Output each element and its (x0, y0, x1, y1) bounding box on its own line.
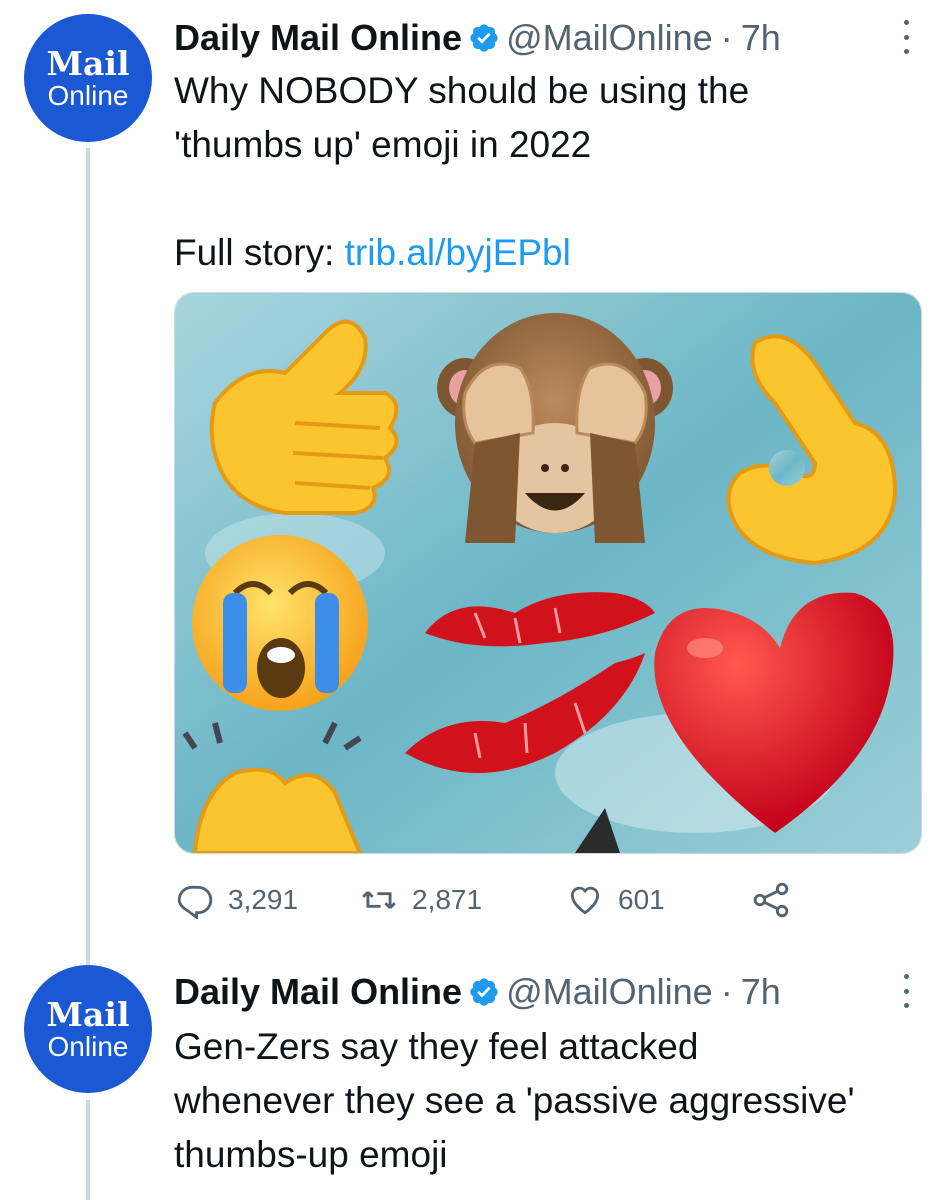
avatar-logo-line1: Mail (46, 44, 130, 83)
tweet-text-line: 'thumbs up' emoji in 2022 (174, 124, 592, 165)
tweet-text-line: thumbs-up emoji (174, 1134, 448, 1175)
tweet-text-line: Why NOBODY should be using the (174, 70, 750, 111)
tweet-text: Why NOBODY should be using the 'thumbs u… (174, 64, 914, 280)
timestamp[interactable]: 7h (741, 17, 781, 59)
author-handle[interactable]: @MailOnline (506, 971, 713, 1013)
avatar-logo-line2: Online (47, 80, 129, 111)
full-story-line: Full story: trib.al/byjEPbl (174, 226, 914, 280)
full-story-label: Full story: (174, 232, 345, 273)
author-name[interactable]: Daily Mail Online (174, 971, 462, 1013)
reply-icon (177, 885, 213, 919)
heart-icon (570, 886, 600, 915)
reply-count: 3,291 (228, 884, 299, 915)
avatar[interactable]: Mail Online (24, 14, 152, 142)
verified-badge-icon (470, 24, 498, 52)
like-count: 601 (618, 884, 665, 915)
separator-dot: · (720, 971, 733, 1012)
thread-line (86, 148, 90, 978)
tweet-media-image[interactable] (174, 292, 922, 854)
thread-line (86, 1100, 90, 1200)
share-button[interactable] (752, 870, 804, 930)
avatar[interactable]: Mail Online (24, 965, 152, 1093)
author-name[interactable]: Daily Mail Online (174, 17, 462, 59)
tweet-text-line: Gen-Zers say they feel attacked (174, 1026, 699, 1067)
emoji-collage-image (175, 293, 921, 853)
tweet-header: Daily Mail Online @MailOnline · 7h (174, 970, 781, 1014)
tweet-header: Daily Mail Online @MailOnline · 7h (174, 16, 781, 60)
reply-button[interactable]: 3,291 (176, 870, 298, 930)
retweet-button[interactable]: 2,871 (360, 870, 482, 930)
story-link[interactable]: trib.al/byjEPbl (345, 232, 571, 273)
author-handle[interactable]: @MailOnline (506, 17, 713, 59)
avatar-logo-line2: Online (47, 1031, 129, 1062)
tweet-text-line: whenever they see a 'passive aggressive' (174, 1080, 855, 1121)
retweet-count: 2,871 (412, 884, 483, 915)
loudly-crying-face-emoji (192, 535, 368, 711)
timestamp[interactable]: 7h (741, 971, 781, 1013)
tweet-text: Gen-Zers say they feel attacked whenever… (174, 1020, 914, 1182)
more-options-icon[interactable] (902, 974, 910, 1008)
share-icon (753, 882, 789, 918)
retweet-icon (362, 891, 396, 909)
verified-badge-icon (470, 978, 498, 1006)
more-options-icon[interactable] (902, 20, 910, 54)
tweet-actions: 3,291 2,871 601 (174, 870, 814, 930)
avatar-logo-line1: Mail (46, 995, 130, 1034)
like-button[interactable]: 601 (566, 870, 665, 930)
separator-dot: · (720, 17, 733, 58)
